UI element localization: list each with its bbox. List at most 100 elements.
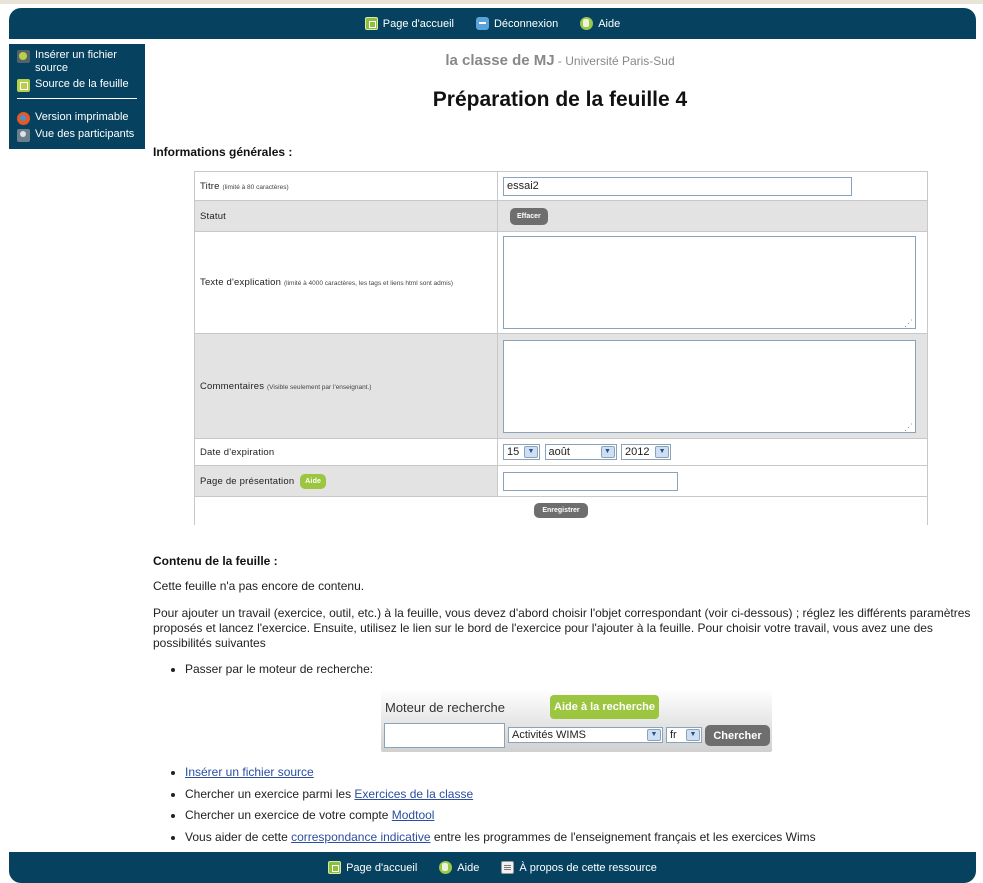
sidebar-divider	[17, 98, 137, 99]
save-button[interactable]: Enregistrer	[534, 503, 588, 519]
save-cell: Enregistrer	[194, 496, 928, 525]
sheet-settings-form: Titre (limité à 80 caractères) Statut Ef…	[194, 171, 928, 525]
expiration-label: Date d'expiration	[194, 438, 498, 466]
option-search-engine: Passer par le moteur de recherche:	[185, 662, 373, 676]
search-language-select[interactable]: fr ▼	[666, 727, 702, 743]
comments-label-cell: Commentaires (Visible seulement par l'en…	[194, 333, 498, 439]
row-comments: Commentaires (Visible seulement par l'en…	[194, 333, 928, 439]
menu-logout-label: Déconnexion	[493, 17, 559, 30]
option-class-prefix: Chercher un exercice parmi les	[185, 786, 355, 801]
class-exercises-link[interactable]: Exercices de la classe	[354, 787, 473, 801]
presentation-label-cell: Page de présentation Aide	[194, 465, 498, 497]
row-expiration: Date d'expiration 15 ▼ août ▼ 2012 ▼	[194, 438, 928, 466]
menu-home[interactable]: Page d'accueil	[364, 17, 454, 30]
chevron-down-icon: ▼	[600, 446, 615, 458]
comments-label: Commentaires	[200, 380, 265, 392]
university-name: Université Paris-Sud	[565, 54, 675, 68]
options-list-2: Insérer un fichier source Chercher un ex…	[171, 762, 816, 848]
general-info-heading: Informations générales :	[153, 145, 293, 159]
row-explanation: Texte d'explication (limité à 4000 carac…	[194, 231, 928, 334]
title-input-cell	[497, 171, 928, 201]
help-icon	[439, 861, 453, 874]
page-title: Préparation de la feuille 4	[432, 88, 688, 111]
expiration-cell: 15 ▼ août ▼ 2012 ▼	[497, 438, 928, 466]
presentation-cell	[497, 465, 928, 497]
chevron-down-icon: ▼	[524, 446, 538, 458]
option-modtool-prefix: Chercher un exercice de votre compte	[185, 808, 392, 822]
sidebar-item-label: Source de la feuille	[35, 78, 129, 90]
search-category-select[interactable]: Activités WIMS ▼	[508, 727, 663, 743]
sidebar-item-label: Version imprimable	[35, 111, 129, 123]
option-modtool: Chercher un exercice de votre compte Mod…	[185, 805, 816, 827]
status-cell: Effacer	[497, 200, 928, 232]
row-save: Enregistrer	[194, 496, 928, 525]
presentation-help-button[interactable]: Aide	[300, 473, 327, 489]
search-input[interactable]	[384, 723, 505, 748]
expiration-year-select[interactable]: 2012 ▼	[621, 444, 672, 460]
footer-help-label: Aide	[457, 861, 480, 874]
sidebar-item-sheet-source[interactable]: Source de la feuille	[17, 78, 137, 92]
expiration-day-value: 15	[507, 446, 520, 458]
search-language-value: fr	[670, 729, 677, 741]
sidebar-item-print-version[interactable]: Version imprimable	[17, 111, 137, 125]
logout-icon	[475, 17, 489, 30]
explanation-label-cell: Texte d'explication (limité à 4000 carac…	[194, 231, 498, 334]
top-menu-bar: Page d'accueil Déconnexion Aide	[9, 8, 976, 39]
help-icon	[580, 17, 594, 30]
expiration-month-select[interactable]: août ▼	[544, 444, 617, 460]
title-note: (limité à 80 caractères)	[222, 183, 289, 191]
modtool-link[interactable]: Modtool	[392, 808, 435, 822]
presentation-input[interactable]	[503, 471, 678, 491]
option-correspondence: Vous aider de cette correspondance indic…	[185, 827, 816, 849]
expiration-day-select[interactable]: 15 ▼	[503, 444, 540, 460]
search-submit-button[interactable]: Chercher	[705, 725, 770, 746]
content-instructions: Pour ajouter un travail (exercice, outil…	[153, 606, 971, 650]
explanation-textarea[interactable]	[503, 236, 916, 329]
bottom-menu-bar: Page d'accueil Aide À propos de cette re…	[9, 852, 976, 883]
options-list-1: Passer par le moteur de recherche:	[171, 662, 373, 676]
option-insert-source: Insérer un fichier source	[185, 762, 816, 784]
menu-logout[interactable]: Déconnexion	[475, 17, 559, 30]
menu-help-label: Aide	[598, 17, 621, 30]
insert-source-link[interactable]: Insérer un fichier source	[185, 765, 314, 779]
comments-note: (Visible seulement par l'enseignant.)	[267, 383, 372, 391]
search-help-button[interactable]: Aide à la recherche	[550, 695, 659, 719]
content-heading: Contenu de la feuille :	[153, 554, 278, 568]
row-presentation: Page de présentation Aide	[194, 465, 928, 497]
sidebar-item-label: Vue des participants	[35, 128, 135, 140]
footer-about[interactable]: À propos de cette ressource	[501, 861, 657, 874]
menu-help[interactable]: Aide	[580, 17, 620, 30]
clear-status-button[interactable]: Effacer	[510, 207, 548, 225]
class-name: la classe de MJ	[445, 52, 555, 69]
site-separator: -	[554, 54, 566, 68]
sidebar-item-insert-source[interactable]: Insérer un fichier source	[17, 49, 137, 75]
sidebar-item-participants[interactable]: Vue des participants	[17, 128, 137, 142]
option-class-exercises: Chercher un exercice parmi les Exercices…	[185, 784, 816, 806]
chevron-down-icon: ▼	[686, 729, 700, 741]
footer-home-label: Page d'accueil	[346, 861, 418, 874]
explanation-label: Texte d'explication	[200, 277, 282, 288]
site-header: la classe de MJ - Université Paris-Sud	[150, 52, 970, 69]
comments-cell	[497, 333, 928, 439]
footer-help[interactable]: Aide	[439, 861, 479, 874]
status-label: Statut	[194, 200, 498, 232]
row-title: Titre (limité à 80 caractères)	[194, 171, 928, 201]
option-corr-prefix: Vous aider de cette	[185, 829, 292, 844]
option-corr-suffix: entre les programmes de l'enseignement f…	[430, 829, 816, 844]
content-empty-text: Cette feuille n'a pas encore de contenu.	[153, 579, 365, 593]
print-icon	[17, 112, 30, 125]
comments-textarea[interactable]	[503, 339, 916, 433]
participants-icon	[17, 129, 30, 142]
home-icon	[328, 861, 342, 874]
sidebar-item-label: Insérer un fichier source	[35, 49, 117, 74]
source-file-icon	[17, 50, 30, 63]
search-category-value: Activités WIMS	[512, 729, 586, 741]
chevron-down-icon: ▼	[655, 446, 670, 458]
title-input[interactable]	[503, 176, 852, 196]
correspondence-link[interactable]: correspondance indicative	[291, 830, 430, 844]
footer-home[interactable]: Page d'accueil	[328, 861, 417, 874]
row-status: Statut Effacer	[194, 200, 928, 232]
option-search-label: Passer par le moteur de recherche:	[185, 662, 374, 676]
title-label-cell: Titre (limité à 80 caractères)	[194, 171, 498, 201]
presentation-label: Page de présentation	[200, 475, 295, 487]
